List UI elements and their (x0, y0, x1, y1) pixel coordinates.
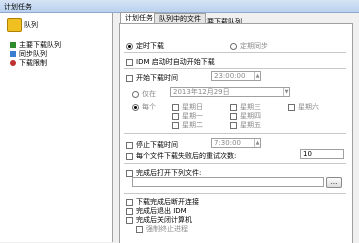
sidebar-item-sync-queue[interactable]: 同步队列 (10, 50, 47, 58)
retry-checkbox[interactable]: 每个文件下载失败后的重试次数: (126, 151, 236, 161)
checkbox-icon (136, 225, 143, 233)
force-terminate-label: 强制终止进程 (146, 225, 188, 233)
one-time-label: 定时下载 (136, 42, 164, 50)
checkbox-icon (230, 103, 237, 111)
chevron-down-icon[interactable]: ▼ (283, 88, 289, 96)
divider (124, 68, 346, 69)
checkbox-icon (126, 141, 133, 149)
radio-selected-icon (132, 103, 139, 111)
every-label: 每个 (142, 103, 156, 111)
radio-icon (132, 90, 139, 98)
checkbox-icon (172, 121, 179, 129)
sync-radio[interactable]: 定期同步 (230, 41, 268, 51)
checkbox-icon (126, 74, 133, 82)
sync-icon (10, 51, 16, 57)
checkbox-icon (126, 58, 133, 66)
checkbox-icon (230, 112, 237, 120)
stop-time-label: 停止下载时间 (136, 141, 178, 149)
idm-autostart-label: IDM 启动时自动开始下载 (136, 58, 215, 66)
idm-autostart-checkbox[interactable]: IDM 启动时自动开始下载 (126, 57, 215, 67)
on-date-radio[interactable]: 仅在 (132, 89, 156, 99)
start-time-label: 开始下载时间 (136, 74, 178, 82)
weekday-label: 星期二 (182, 121, 203, 129)
checkbox-icon (126, 216, 133, 224)
limit-icon (10, 60, 16, 66)
open-file-path-input[interactable] (132, 177, 324, 187)
start-time-value: 23:00:00 (214, 72, 246, 80)
checkbox-icon (126, 207, 133, 215)
queue-folder-icon (7, 18, 22, 32)
window-titlebar: 计划任务 (0, 0, 359, 13)
radio-selected-icon (126, 42, 133, 50)
spin-arrows-icon[interactable]: ▲ (254, 139, 260, 147)
checkbox-icon (126, 152, 133, 160)
sync-label: 定期同步 (240, 42, 268, 50)
start-time-input[interactable]: 23:00:00 ▲ (211, 71, 261, 81)
divider (124, 163, 346, 164)
sidebar-item-label: 下载限制 (19, 59, 47, 67)
one-time-radio[interactable]: 定时下载 (126, 41, 164, 51)
stop-time-value: 7:30:00 (214, 139, 241, 147)
checkbox-icon (288, 103, 295, 111)
retry-count-value: 10 (303, 150, 312, 158)
weekday-friday-checkbox[interactable]: 星期五 (230, 120, 261, 130)
radio-icon (230, 42, 237, 50)
on-date-label: 仅在 (142, 90, 156, 98)
stop-time-checkbox[interactable]: 停止下载时间 (126, 140, 178, 150)
divider (124, 133, 346, 134)
window-title: 计划任务 (4, 3, 32, 11)
spin-arrows-icon[interactable]: ▲ (254, 72, 260, 80)
weekday-tuesday-checkbox[interactable]: 星期二 (172, 120, 203, 130)
force-terminate-checkbox[interactable]: 强制终止进程 (136, 224, 188, 234)
checkbox-icon (172, 103, 179, 111)
every-weekday-radio[interactable]: 每个 (132, 102, 156, 112)
queue-sidebar: 队列 主要下载队列 同步队列 下载限制 (0, 13, 113, 242)
retry-label: 每个文件下载失败后的重试次数: (136, 152, 237, 160)
date-value: 2013年12月29日 (173, 88, 230, 96)
sidebar-item-download-limit[interactable]: 下载限制 (10, 59, 47, 67)
weekday-label: 星期五 (240, 121, 261, 129)
stop-time-input[interactable]: 7:30:00 ▲ (211, 138, 261, 148)
checkbox-icon (230, 121, 237, 129)
checkbox-icon (126, 198, 133, 206)
start-time-checkbox[interactable]: 开始下载时间 (126, 73, 178, 83)
checkbox-icon (172, 112, 179, 120)
divider (124, 52, 346, 53)
checkbox-icon (126, 169, 133, 177)
sidebar-item-main-queue[interactable]: 主要下载队列 (10, 41, 61, 49)
browse-button[interactable]: ... (326, 177, 342, 188)
retry-count-input[interactable]: 10 (300, 149, 344, 159)
sidebar-header: 队列 (24, 21, 38, 29)
queue-icon (10, 42, 16, 48)
weekday-label: 星期六 (298, 103, 319, 111)
divider (124, 193, 346, 194)
weekday-saturday-checkbox[interactable]: 星期六 (288, 102, 319, 112)
date-picker[interactable]: 2013年12月29日 ▼ (170, 87, 290, 97)
